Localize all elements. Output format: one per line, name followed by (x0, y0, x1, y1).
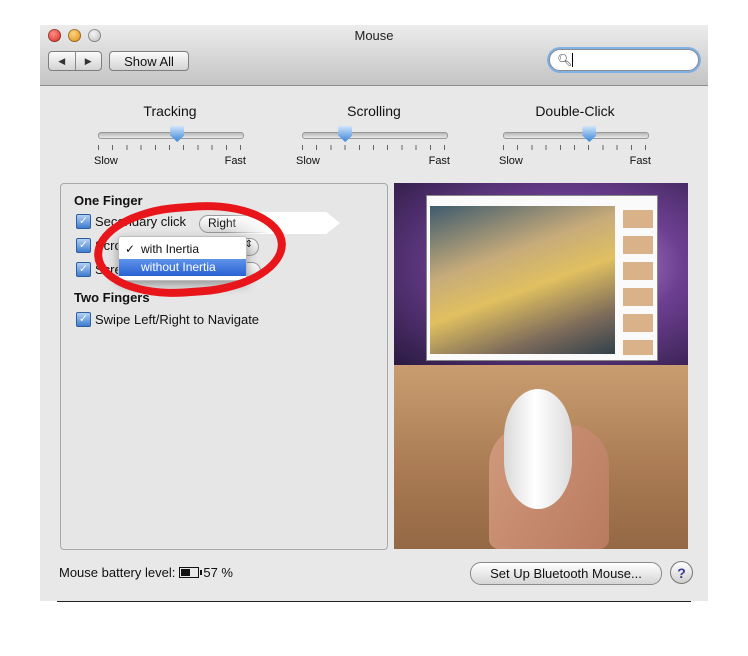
text-cursor (572, 53, 573, 67)
double-click-ticks (503, 145, 647, 150)
battery-label: Mouse battery level: (59, 565, 176, 580)
show-all-button[interactable]: Show All (109, 51, 189, 71)
forward-button[interactable]: ▶ (76, 52, 102, 70)
battery-status: Mouse battery level: 57 % (59, 565, 233, 580)
tracking-ticks (98, 145, 242, 150)
tracking-title: Tracking (143, 103, 197, 119)
magic-mouse-image (504, 389, 572, 509)
swipe-label: Swipe Left/Right to Navigate (95, 312, 260, 327)
one-finger-heading: One Finger (74, 193, 143, 208)
double-click-title: Double-Click (535, 103, 615, 119)
tracking-slider-group: Tracking Slow Fast (90, 103, 250, 167)
search-input[interactable]: 🔍︎ (549, 49, 699, 71)
scrolling-ticks (302, 145, 446, 150)
tracking-min-label: Slow (94, 155, 118, 167)
search-icon: 🔍︎ (557, 53, 573, 67)
tracking-max-label: Fast (224, 155, 246, 167)
scrolling-max-label: Fast (428, 155, 450, 167)
preview-photo (430, 206, 615, 354)
tracking-slider-thumb[interactable] (170, 126, 185, 142)
battery-icon (179, 567, 203, 578)
back-forward-control: ◀ ▶ (48, 51, 102, 71)
gesture-preview-image (394, 183, 688, 549)
preview-screen-image (394, 183, 688, 365)
scrolling-slider[interactable] (302, 132, 448, 139)
scroll-checkbox[interactable]: ✓ (76, 238, 91, 253)
scrolling-slider-group: Scrolling Slow Fast (294, 103, 454, 167)
double-click-slider-group: Double-Click Slow Fast (495, 103, 655, 167)
scrolling-min-label: Slow (296, 155, 320, 167)
swipe-checkbox[interactable]: ✓ (76, 312, 91, 327)
preview-hand-on-mouse (394, 365, 688, 549)
preview-browser-window (426, 195, 658, 361)
secondary-click-checkbox[interactable]: ✓ (76, 214, 91, 229)
swipe-row: ✓ Swipe Left/Right to Navigate (76, 312, 259, 327)
double-click-max-label: Fast (629, 155, 651, 167)
preview-thumbnails (623, 210, 653, 355)
back-button[interactable]: ◀ (49, 52, 76, 70)
double-click-slider[interactable] (503, 132, 649, 139)
battery-value: 57 % (203, 565, 233, 580)
setup-bluetooth-mouse-button[interactable]: Set Up Bluetooth Mouse... (470, 562, 662, 585)
scrolling-slider-thumb[interactable] (338, 126, 353, 142)
divider-line (57, 601, 691, 602)
window-title: Mouse (354, 28, 394, 43)
title-bar: Mouse ◀ ▶ Show All 🔍︎ (40, 25, 708, 86)
help-button[interactable]: ? (670, 561, 693, 584)
double-click-slider-thumb[interactable] (582, 126, 597, 142)
screen-zoom-checkbox[interactable]: ✓ (76, 262, 91, 277)
scrolling-title: Scrolling (347, 103, 401, 119)
double-click-min-label: Slow (499, 155, 523, 167)
